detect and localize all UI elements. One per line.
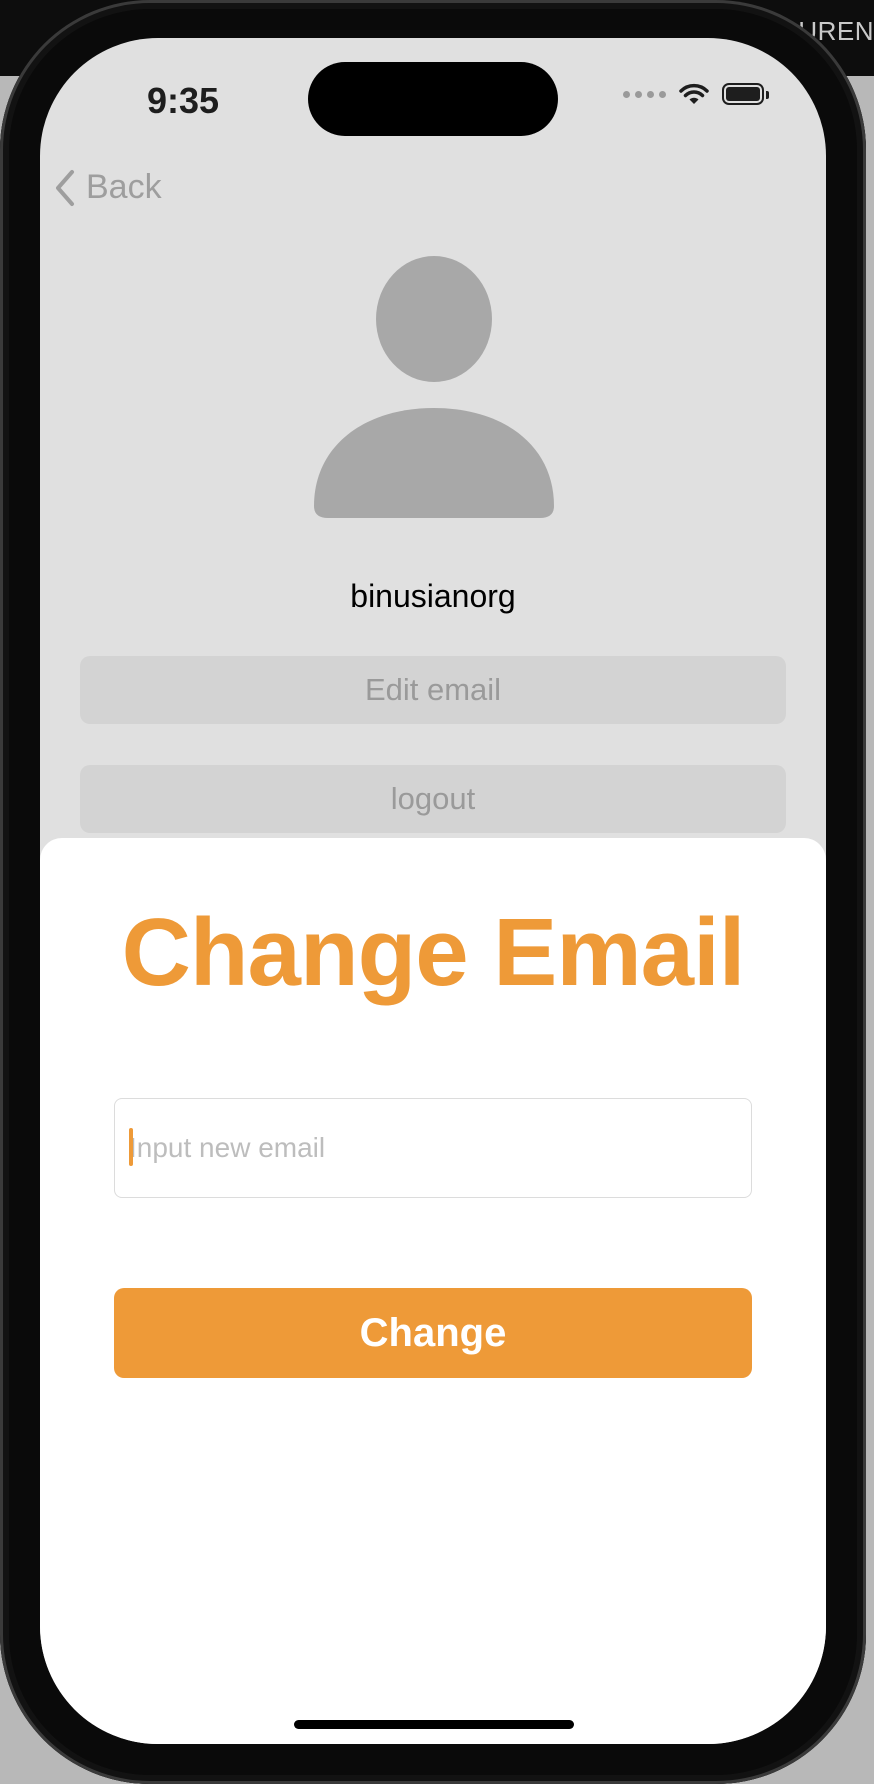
- text-caret: [129, 1128, 133, 1166]
- person-icon: [314, 256, 554, 518]
- back-chevron-icon: [56, 169, 74, 206]
- home-indicator: [294, 1720, 574, 1729]
- dynamic-island: [308, 62, 558, 136]
- change-button[interactable]: Change: [114, 1288, 752, 1378]
- wifi-icon: [679, 83, 709, 104]
- cellular-icon: [623, 90, 666, 98]
- logout-button[interactable]: logout: [80, 765, 786, 833]
- back-button[interactable]: Back: [54, 168, 162, 207]
- back-label: Back: [86, 168, 162, 206]
- change-email-sheet: Change Email Change: [40, 838, 826, 1744]
- phone-frame: 9:35 Back binusianorg Edit email logout: [0, 0, 866, 1784]
- new-email-input[interactable]: [114, 1098, 752, 1198]
- battery-icon: [722, 83, 769, 105]
- status-time: 9:35: [147, 80, 220, 121]
- sheet-title: Change Email: [121, 899, 746, 1006]
- phone-screen: 9:35 Back binusianorg Edit email logout: [40, 38, 826, 1744]
- edit-email-button[interactable]: Edit email: [80, 656, 786, 724]
- username-label: binusianorg: [350, 578, 516, 614]
- status-icons: [623, 82, 769, 106]
